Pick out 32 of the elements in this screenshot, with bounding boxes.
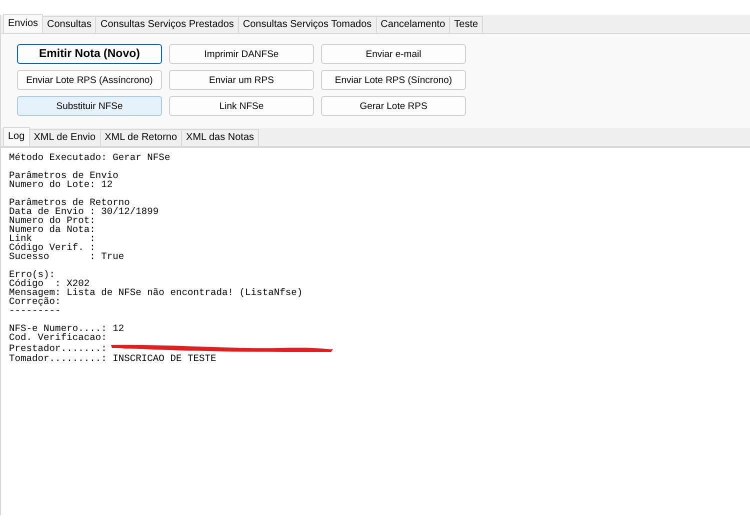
tab[interactable]: Log	[3, 127, 30, 146]
action-button[interactable]: Enviar e-mail	[321, 44, 466, 64]
log-line: Tomador.........: INSCRICAO DE TESTE	[9, 354, 216, 363]
log-line: Código Verif. :	[9, 243, 96, 252]
log-line: Numero do Lote: 12	[9, 180, 113, 189]
action-button[interactable]: Imprimir DANFSe	[169, 44, 314, 64]
log-line: Erro(s):	[9, 270, 56, 279]
log-line: Cod. Verificacao:	[9, 333, 107, 342]
action-button[interactable]: Substituir NFSe	[17, 96, 162, 116]
log-line: Mensagem: Lista de NFSe não encontrada! (ListaNfse)	[9, 288, 303, 297]
log-line: Data de Envio : 30/12/1899	[9, 207, 159, 216]
action-button[interactable]: Link NFSe	[169, 96, 314, 116]
tab[interactable]: Teste	[449, 16, 484, 33]
action-button[interactable]: Gerar Lote RPS	[321, 96, 466, 116]
log-line: ---------	[9, 306, 61, 315]
tab[interactable]: Envios	[3, 14, 44, 33]
log-line: Link :	[9, 234, 96, 243]
log-line: Numero da Nota:	[9, 225, 96, 234]
log-line: Método Executado: Gerar NFSe	[9, 153, 170, 162]
action-button[interactable]: Enviar Lote RPS (Assíncrono)	[17, 70, 162, 90]
log-line: Numero do Prot:	[9, 216, 96, 225]
log-line: Parâmetros de Retorno	[9, 198, 130, 207]
action-button[interactable]: Emitir Nota (Novo)	[17, 44, 162, 64]
action-button[interactable]: Enviar Lote RPS (Síncrono)	[321, 70, 466, 90]
log-line: Correção:	[9, 297, 61, 306]
log-line: Código : X202	[9, 279, 90, 288]
action-button[interactable]: Enviar um RPS	[169, 70, 314, 90]
log-line: Prestador.......:	[9, 344, 107, 352]
log-line: Sucesso : True	[9, 252, 124, 261]
log-line: NFS-e Numero....: 12	[9, 324, 124, 333]
tab[interactable]: XML das Notas	[181, 129, 260, 146]
log-line: Parâmetros de Envio	[9, 171, 118, 180]
